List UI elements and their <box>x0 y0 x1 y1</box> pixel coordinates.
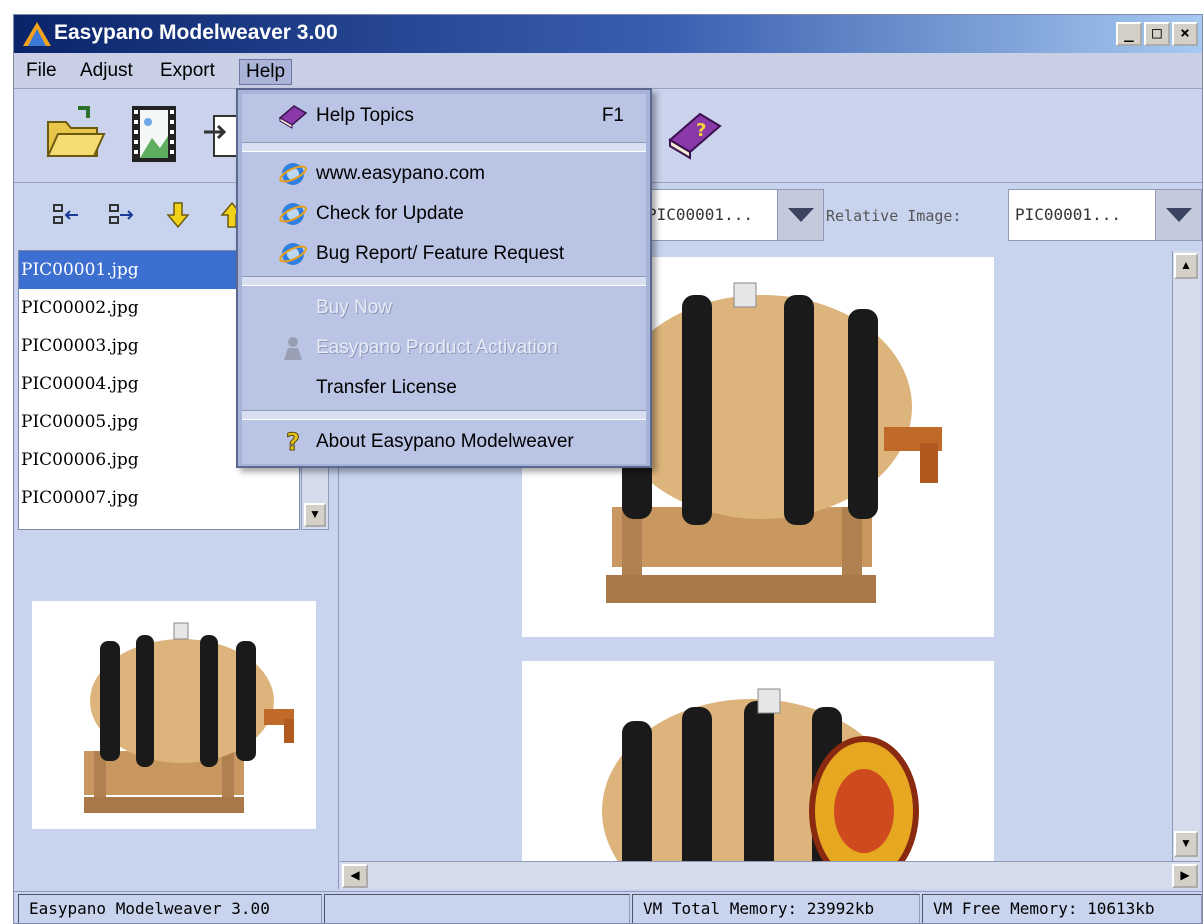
current-image-value: PIC00001... <box>647 205 753 224</box>
menu-separator <box>242 142 646 152</box>
move-left-icon[interactable] <box>52 201 80 229</box>
relative-image-select[interactable]: PIC00001... <box>1008 189 1202 241</box>
menu-help[interactable]: Help <box>239 59 293 85</box>
help-book-icon[interactable]: ? <box>662 102 726 166</box>
status-vm-total: VM Total Memory: 23992kb <box>632 894 920 923</box>
status-bar: Easypano Modelweaver 3.00 VM Total Memor… <box>14 891 1202 923</box>
menu-item-check-update[interactable]: Check for Update <box>238 196 650 232</box>
question-bulb-icon: ? <box>286 428 301 456</box>
svg-text:?: ? <box>286 428 300 456</box>
barrel-image <box>602 688 919 861</box>
menu-item-label: Bug Report/ Feature Request <box>316 243 565 264</box>
open-folder-icon[interactable] <box>42 102 106 166</box>
menu-item-about[interactable]: ? About Easypano Modelweaver <box>238 424 650 460</box>
maximize-button[interactable]: □ <box>1144 22 1170 46</box>
activation-icon <box>284 337 302 360</box>
menu-item-label: Easypano Product Activation <box>316 337 558 358</box>
image-vertical-scrollbar[interactable]: ▲ ▼ <box>1172 251 1200 887</box>
close-button[interactable]: × <box>1172 22 1198 46</box>
scroll-down-button[interactable]: ▼ <box>304 503 326 527</box>
move-down-icon[interactable] <box>164 201 192 229</box>
relative-image-value: PIC00001... <box>1015 205 1121 224</box>
move-right-icon[interactable] <box>108 201 136 229</box>
chevron-down-icon[interactable] <box>1155 190 1201 240</box>
menu-shortcut: F1 <box>601 105 624 126</box>
menu-item-product-activation: Easypano Product Activation <box>238 330 650 366</box>
help-dropdown-menu: Help Topics F1 www.easypano.com Check fo… <box>236 88 652 468</box>
status-vm-free: VM Free Memory: 10613kb <box>922 894 1202 923</box>
image-horizontal-scrollbar[interactable]: ◀ ▶ <box>340 861 1200 889</box>
title-bar[interactable]: Easypano Modelweaver 3.00 _ □ × <box>14 15 1202 53</box>
menu-item-label: Help Topics <box>316 105 414 126</box>
status-app-name: Easypano Modelweaver 3.00 <box>18 894 322 923</box>
menu-item-help-topics[interactable]: Help Topics F1 <box>238 98 650 134</box>
menu-separator <box>242 410 646 420</box>
menu-item-label: Buy Now <box>316 297 393 318</box>
menu-item-label: About Easypano Modelweaver <box>316 431 574 452</box>
ie-globe-icon <box>279 243 307 265</box>
menu-item-bug-report[interactable]: Bug Report/ Feature Request <box>238 236 650 272</box>
window-title: Easypano Modelweaver 3.00 <box>54 21 338 44</box>
app-logo-icon <box>23 22 51 46</box>
minimize-button[interactable]: _ <box>1116 22 1142 46</box>
chevron-down-icon[interactable] <box>777 190 823 240</box>
scroll-up-button[interactable]: ▲ <box>1174 253 1198 279</box>
scroll-down-button[interactable]: ▼ <box>1174 831 1198 857</box>
menu-item-label: Check for Update <box>316 203 464 224</box>
menu-adjust[interactable]: Adjust <box>74 59 139 85</box>
status-empty <box>324 894 630 923</box>
relative-image-view <box>522 661 994 861</box>
menu-file[interactable]: File <box>20 59 63 85</box>
ie-globe-icon <box>279 163 307 185</box>
menu-item-transfer-license[interactable]: Transfer License <box>238 370 650 406</box>
scroll-left-button[interactable]: ◀ <box>342 864 368 888</box>
menu-item-buy-now: Buy Now <box>238 290 650 326</box>
menu-item-label: www.easypano.com <box>316 163 485 184</box>
help-book-icon <box>278 105 308 129</box>
menu-item-label: Transfer License <box>316 377 457 398</box>
barrel-image <box>84 622 294 813</box>
thumbnail-preview <box>32 601 316 829</box>
menu-separator <box>242 276 646 286</box>
relative-image-label: Relative Image: <box>826 207 962 225</box>
menu-export[interactable]: Export <box>154 59 221 85</box>
scroll-right-button[interactable]: ▶ <box>1172 864 1198 888</box>
menu-item-website[interactable]: www.easypano.com <box>238 156 650 192</box>
image-film-icon[interactable] <box>122 102 186 166</box>
svg-text:?: ? <box>696 120 706 141</box>
menu-bar: File Adjust Export Help <box>14 53 1202 89</box>
ie-globe-icon <box>279 203 307 225</box>
list-item[interactable]: PIC00007.jpg <box>19 479 299 517</box>
